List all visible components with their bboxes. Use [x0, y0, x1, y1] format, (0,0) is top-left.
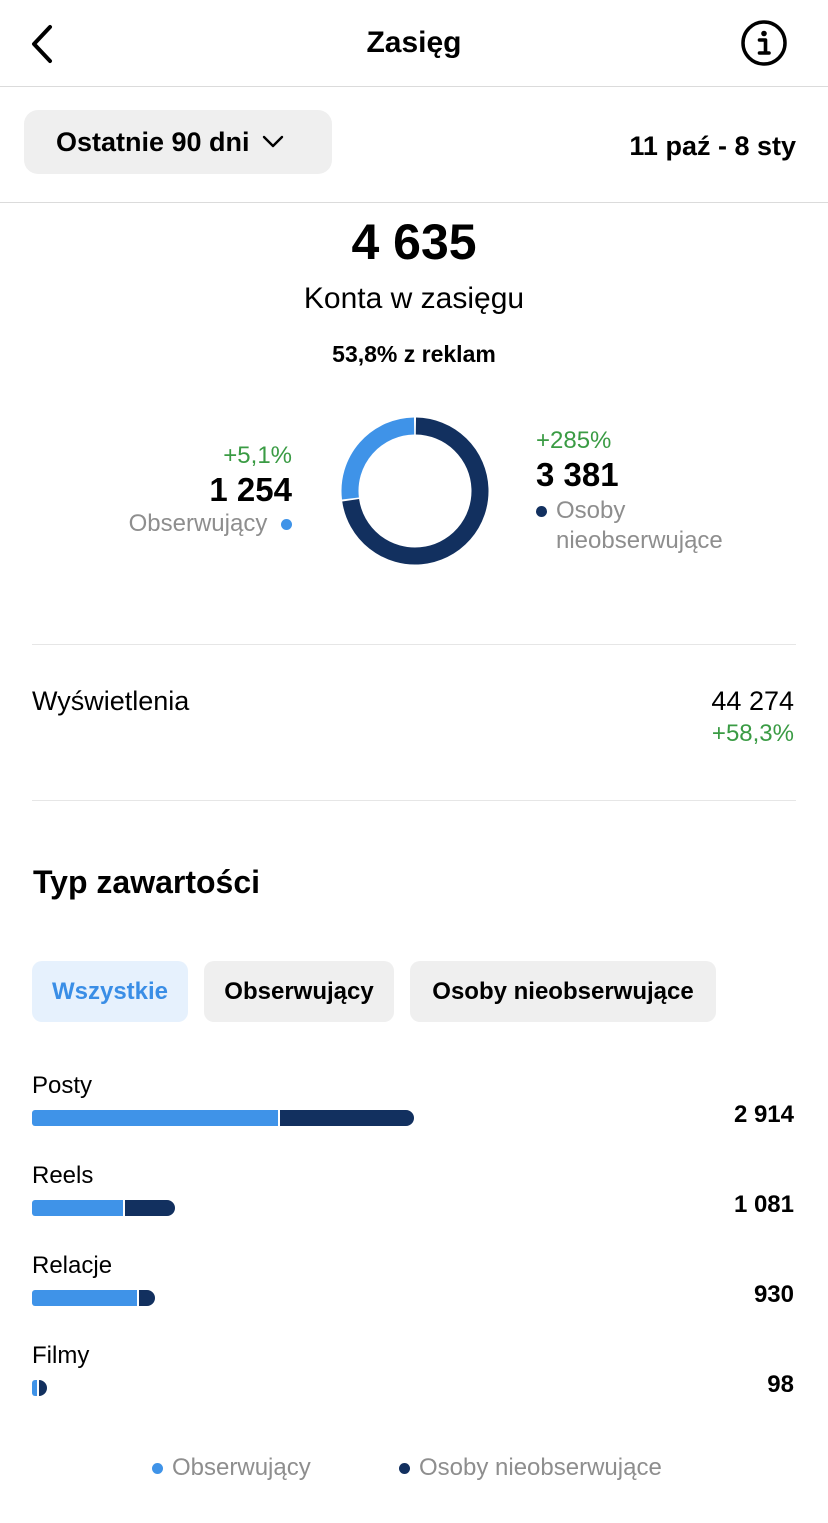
bar-segment-non-followers: [280, 1110, 414, 1126]
date-range-dropdown[interactable]: Ostatnie 90 dni: [24, 110, 332, 174]
views-label: Wyświetlenia: [32, 686, 190, 716]
bar-label: Relacje: [32, 1252, 113, 1279]
non-followers-label-line2: nieobserwujące: [556, 527, 723, 554]
bar-label: Reels: [32, 1162, 94, 1189]
non-followers-dot: [536, 506, 547, 517]
date-range-bar: Ostatnie 90 dni 11 paź - 8 sty: [0, 87, 828, 203]
non-followers-stats: +285% 3 381 Osoby nieobserwujące: [536, 427, 723, 556]
date-range-dates: 11 paź - 8 sty: [629, 131, 796, 161]
legend-label-followers: Obserwujący: [172, 1454, 311, 1481]
top-bar: Zasięg: [0, 0, 828, 87]
tab-followers[interactable]: Obserwujący: [204, 961, 394, 1022]
info-circle-icon: [741, 20, 787, 66]
legend-label-non-followers: Osoby nieobserwujące: [419, 1454, 662, 1481]
followers-stats: +5,1% 1 254 Obserwujący: [129, 442, 292, 539]
followers-value: 1 254: [209, 471, 292, 508]
bar-value: 98: [767, 1371, 794, 1398]
bar-segment-followers: [32, 1110, 279, 1126]
ads-share: 53,8% z reklam: [332, 341, 496, 367]
reach-total: 4 635: [351, 214, 477, 270]
reach-total-label: Konta w zasięgu: [303, 282, 525, 315]
content-type-title: Typ zawartości: [33, 864, 261, 900]
bar-segment-non-followers: [138, 1290, 156, 1306]
tab-all[interactable]: Wszystkie: [32, 961, 188, 1022]
views-change: +58,3%: [711, 720, 794, 747]
legend-non-followers: Osoby nieobserwujące: [399, 1454, 662, 1482]
non-followers-legend: Osoby nieobserwujące: [536, 496, 723, 556]
divider: [32, 644, 796, 645]
followers-dot: [281, 519, 292, 531]
non-followers-value: 3 381: [536, 456, 619, 493]
bar-segment-non-followers: [124, 1200, 175, 1216]
bar-label: Filmy: [32, 1342, 90, 1369]
views-value: 44 274: [711, 686, 794, 716]
followers-label: Obserwujący: [128, 510, 268, 537]
bar-value: 930: [753, 1281, 794, 1308]
bar-segment-non-followers: [39, 1380, 47, 1396]
non-followers-label-line1: Osoby: [556, 497, 626, 524]
legend-dot-followers: [152, 1462, 163, 1474]
bar-label: Posty: [32, 1072, 93, 1099]
reach-donut-chart: [340, 416, 490, 566]
page-title: Zasięg: [366, 26, 462, 59]
bar-segment-followers: [32, 1290, 137, 1306]
followers-legend: Obserwujący: [129, 509, 292, 539]
legend-dot-non-followers: [399, 1462, 410, 1474]
divider: [32, 800, 796, 801]
tab-non-followers[interactable]: Osoby nieobserwujące: [410, 961, 716, 1022]
date-range-label: Ostatnie 90 dni: [56, 126, 250, 157]
bar-value: 2 914: [733, 1101, 794, 1128]
followers-change: +5,1%: [223, 442, 292, 469]
bar-segment-followers: [32, 1200, 123, 1216]
bar-value: 1 081: [733, 1191, 794, 1218]
chevron-down-icon: [262, 135, 284, 149]
donut-segment-followers: [341, 417, 415, 500]
legend-followers: Obserwujący: [152, 1454, 311, 1482]
bar-segment-followers: [32, 1380, 38, 1396]
non-followers-change: +285%: [536, 427, 612, 454]
info-button[interactable]: [740, 19, 788, 67]
